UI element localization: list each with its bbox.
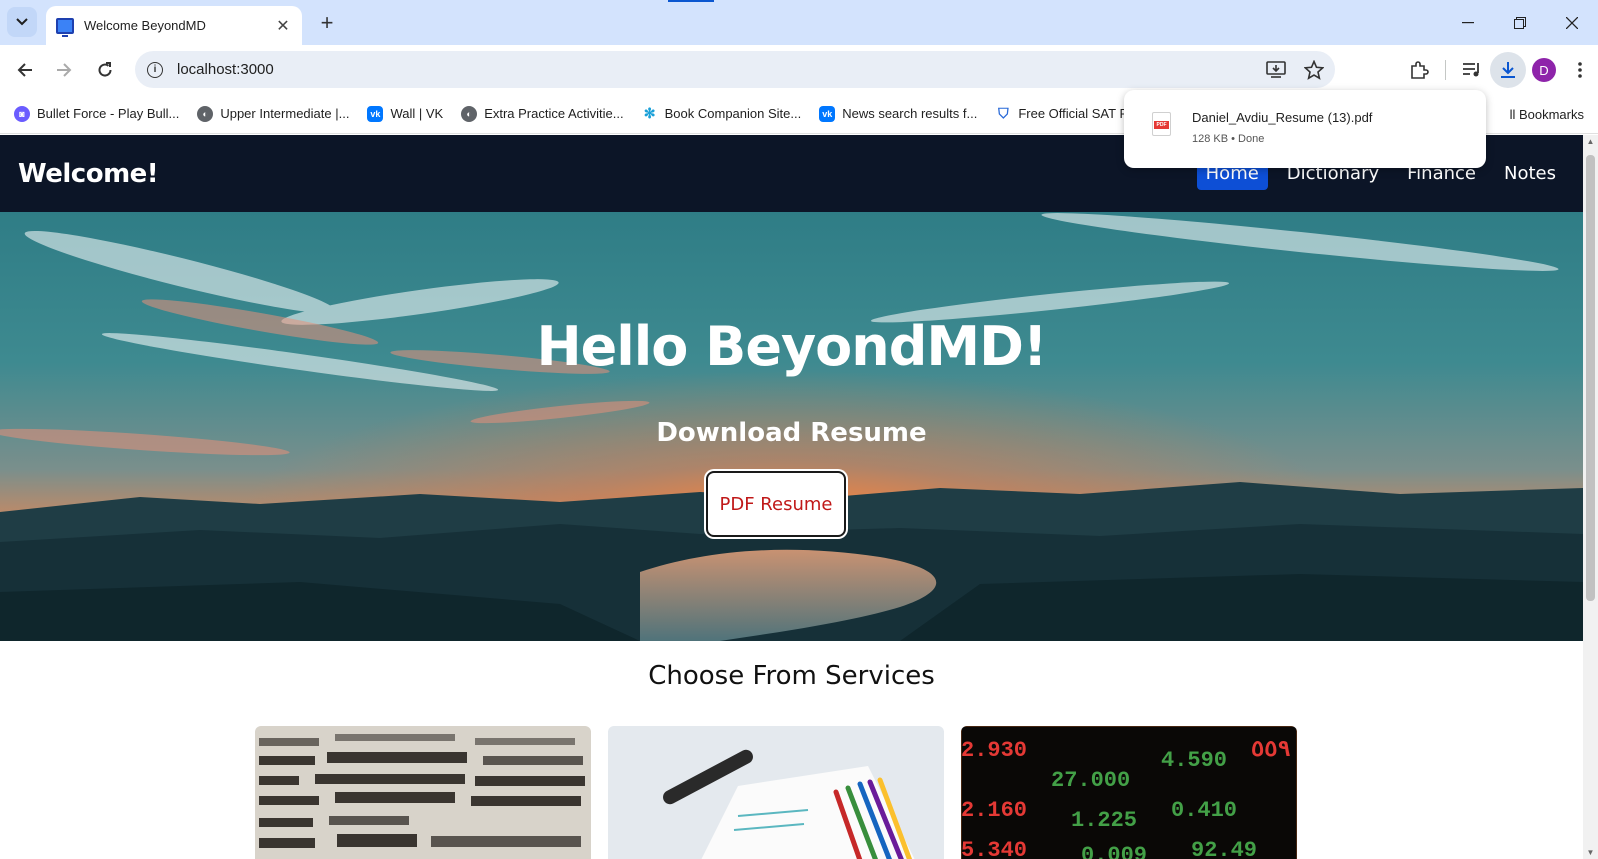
notebook-pens-image bbox=[608, 726, 944, 859]
download-bubble: PDF Daniel_Avdiu_Resume (13).pdf 128 KB … bbox=[1124, 90, 1486, 168]
extensions-icon[interactable] bbox=[1401, 52, 1437, 88]
reload-icon bbox=[98, 62, 112, 77]
hero-section: Hello BeyondMD! Download Resume PDF Resu… bbox=[0, 212, 1583, 641]
bookmark-label: Book Companion Site... bbox=[664, 106, 802, 121]
back-button[interactable] bbox=[11, 56, 39, 84]
menu-kebab-icon[interactable] bbox=[1562, 52, 1598, 88]
install-app-icon[interactable] bbox=[1265, 59, 1287, 81]
bookmark-label: News search results f... bbox=[842, 106, 978, 121]
bookmark-item[interactable]: ◐ Upper Intermediate |... bbox=[197, 105, 350, 122]
dictionary-page-image bbox=[255, 726, 591, 859]
bookmark-item[interactable]: ◙ Bullet Force - Play Bull... bbox=[14, 105, 180, 122]
site-brand[interactable]: Welcome! bbox=[18, 159, 159, 189]
bullet-force-icon: ◙ bbox=[14, 105, 30, 122]
bookmark-item[interactable]: vk News search results f... bbox=[819, 105, 978, 122]
media-controls-icon[interactable] bbox=[1454, 52, 1490, 88]
bookmark-star-icon[interactable] bbox=[1303, 59, 1325, 81]
hero-subtitle: Download Resume bbox=[656, 418, 927, 448]
svg-text:5.340: 5.340 bbox=[961, 838, 1027, 859]
svg-text:2.930: 2.930 bbox=[961, 738, 1027, 763]
avatar: D bbox=[1532, 58, 1556, 82]
scroll-down-icon[interactable]: ▼ bbox=[1586, 848, 1595, 857]
download-icon bbox=[1501, 62, 1515, 78]
downloads-button[interactable] bbox=[1490, 52, 1526, 88]
window-controls bbox=[1442, 0, 1598, 45]
globe-icon: ◐ bbox=[197, 105, 214, 122]
tab-strip: Welcome BeyondMD ✕ + bbox=[0, 0, 1598, 45]
browser-tab[interactable]: Welcome BeyondMD ✕ bbox=[46, 6, 302, 45]
hero-title: Hello BeyondMD! bbox=[536, 315, 1047, 378]
bookmark-item[interactable]: vk Wall | VK bbox=[367, 105, 444, 122]
services-heading: Choose From Services bbox=[648, 661, 935, 691]
web-page: Welcome! Home Dictionary Finance Notes H… bbox=[0, 135, 1583, 859]
globe-icon: ◐ bbox=[461, 105, 478, 122]
monitor-icon bbox=[56, 17, 74, 37]
address-bar[interactable]: i localhost:3000 bbox=[135, 51, 1335, 88]
stock-ticker-board-image: 2.930 27.000 4.590 2.160 1.225 0.410 5.3… bbox=[961, 726, 1297, 859]
shield-icon: ⛉ bbox=[995, 105, 1012, 122]
bookmark-item[interactable]: ✻ Book Companion Site... bbox=[641, 105, 802, 122]
svg-text:27.000: 27.000 bbox=[1051, 768, 1130, 793]
svg-text:0.410: 0.410 bbox=[1171, 798, 1237, 823]
minimize-button[interactable] bbox=[1442, 0, 1494, 45]
service-card-notes[interactable] bbox=[608, 726, 944, 859]
tab-strip-accent bbox=[668, 0, 714, 2]
svg-text:92.49: 92.49 bbox=[1191, 838, 1257, 859]
svg-text:1.225: 1.225 bbox=[1071, 808, 1137, 833]
close-window-button[interactable] bbox=[1546, 0, 1598, 45]
tab-search-button[interactable] bbox=[7, 7, 37, 37]
toolbar-separator bbox=[1445, 60, 1446, 80]
vk-icon: vk bbox=[367, 105, 384, 122]
restore-button[interactable] bbox=[1494, 0, 1546, 45]
download-status: 128 KB • Done bbox=[1192, 133, 1265, 145]
chevron-down-icon bbox=[16, 18, 28, 26]
service-card-finance[interactable]: 2.930 27.000 4.590 2.160 1.225 0.410 5.3… bbox=[961, 726, 1297, 859]
download-filename[interactable]: Daniel_Avdiu_Resume (13).pdf bbox=[1192, 110, 1372, 125]
tab-title: Welcome BeyondMD bbox=[84, 18, 206, 33]
svg-text:0.009: 0.009 bbox=[1081, 843, 1147, 859]
pdf-file-icon: PDF bbox=[1152, 112, 1171, 136]
page-scrollbar[interactable]: ▲ ▼ bbox=[1583, 135, 1598, 859]
forward-button[interactable] bbox=[50, 56, 78, 84]
browser-toolbar: i localhost:3000 D bbox=[0, 45, 1598, 94]
svg-text:4.590: 4.590 bbox=[1161, 748, 1227, 773]
reload-button[interactable] bbox=[91, 56, 119, 84]
loading-dots-icon: ✻ bbox=[641, 105, 658, 122]
url-text: localhost:3000 bbox=[177, 61, 274, 78]
site-info-icon[interactable]: i bbox=[147, 61, 163, 78]
scroll-up-icon[interactable]: ▲ bbox=[1586, 137, 1595, 146]
arrow-right-icon bbox=[57, 63, 72, 77]
arrow-left-icon bbox=[17, 63, 32, 77]
svg-text:2.160: 2.160 bbox=[961, 798, 1027, 823]
pdf-file-icon-label: PDF bbox=[1154, 121, 1169, 129]
bookmark-item[interactable]: ◐ Extra Practice Activitie... bbox=[461, 105, 624, 122]
nav-link-notes[interactable]: Notes bbox=[1495, 157, 1565, 190]
vk-icon: vk bbox=[819, 105, 836, 122]
scroll-thumb[interactable] bbox=[1586, 155, 1595, 601]
pdf-resume-button[interactable]: PDF Resume bbox=[706, 471, 846, 537]
svg-text:٥٥٩: ٥٥٩ bbox=[1251, 738, 1291, 763]
bookmark-label: Upper Intermediate |... bbox=[220, 106, 350, 121]
all-bookmarks-button[interactable]: ll Bookmarks bbox=[1510, 94, 1584, 134]
bookmark-label: Bullet Force - Play Bull... bbox=[37, 106, 180, 121]
bookmark-label: Wall | VK bbox=[390, 106, 444, 121]
close-tab-icon[interactable]: ✕ bbox=[274, 17, 292, 35]
service-card-dictionary[interactable] bbox=[255, 726, 591, 859]
new-tab-button[interactable]: + bbox=[314, 10, 340, 36]
bookmark-label: Extra Practice Activitie... bbox=[484, 106, 624, 121]
profile-button[interactable]: D bbox=[1526, 52, 1562, 88]
